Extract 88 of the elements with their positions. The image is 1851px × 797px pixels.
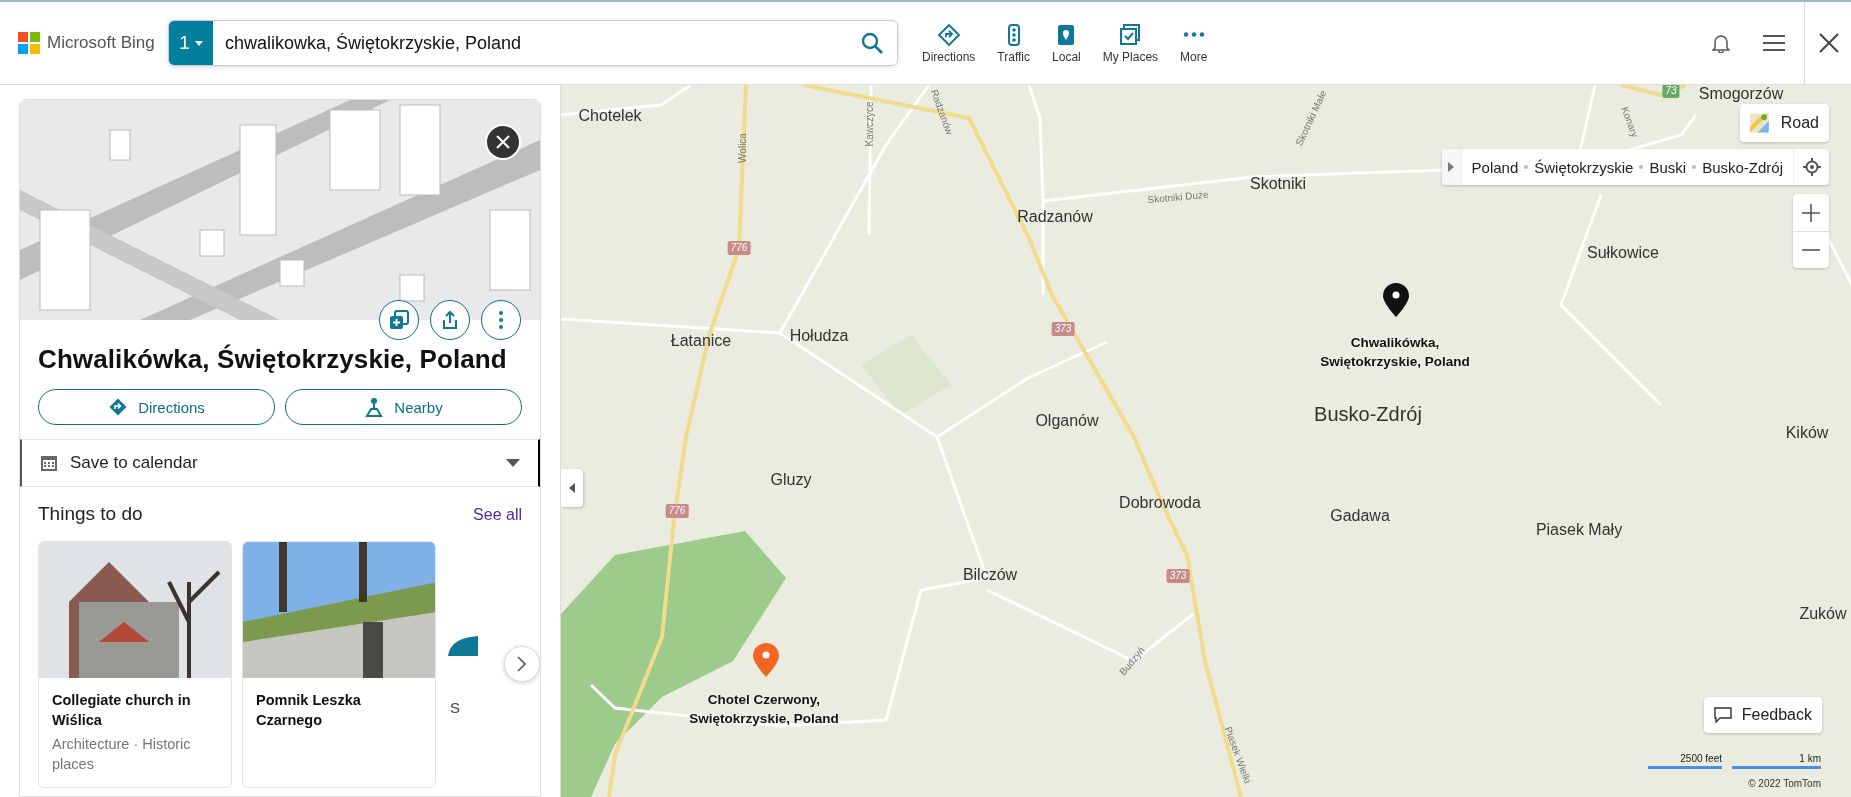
village-label: Bilczów — [962, 566, 1018, 584]
chevron-right-icon — [517, 656, 527, 672]
attraction-title: S — [450, 699, 460, 716]
share-button[interactable] — [430, 300, 470, 340]
attraction-card[interactable]: Collegiate church in Wiślica Architecture · Historic places — [38, 541, 232, 788]
village-label: Sułkowice — [1587, 244, 1659, 262]
scale-bar: 2500 feet — [1648, 753, 1722, 769]
street-label: Skotniki Duże — [1147, 188, 1209, 206]
save-to-calendar-row[interactable]: Save to calendar — [20, 439, 540, 487]
next-button[interactable] — [504, 646, 540, 682]
village-label: Chotelek — [578, 107, 642, 125]
village-label: Gluzy — [770, 471, 812, 489]
plus-icon — [1802, 203, 1820, 222]
road-number: 776 — [665, 504, 689, 518]
village-label: Zuków — [1799, 605, 1847, 623]
calendar-icon — [40, 454, 58, 472]
caret-right-icon — [1448, 162, 1455, 172]
directions-button[interactable]: Directions — [38, 389, 275, 425]
road-number: 373 — [1166, 569, 1190, 583]
village-label: Olganów — [1035, 412, 1099, 430]
copyright-text: © 2022 TomTom — [1748, 778, 1821, 789]
expand-button[interactable] — [1441, 149, 1462, 185]
close-icon — [1819, 33, 1839, 53]
search-field[interactable]: 1 chwalikowka, Świętokrzyskie, Poland — [168, 20, 898, 66]
result-count-dropdown[interactable]: 1 — [169, 21, 213, 65]
attraction-title: Collegiate church in Wiślica — [52, 691, 192, 730]
attraction-category: Architecture · Historic places — [52, 735, 192, 774]
minus-icon — [1802, 249, 1820, 251]
checked-box-icon — [1118, 22, 1143, 47]
village-label: Smogorzów — [1698, 85, 1784, 103]
add-collection-icon — [389, 310, 409, 330]
add-to-collection-button[interactable] — [379, 300, 419, 340]
feedback-button[interactable]: Feedback — [1703, 697, 1822, 733]
village-label: Dobrowoda — [1119, 494, 1201, 512]
pin-label: Chwalikówka, Swiętokrzyskie, Poland — [1320, 334, 1470, 371]
map-pin-icon — [1383, 283, 1409, 317]
pin-label: Chotel Czerwony, Swiętokrzyskie, Poland — [689, 691, 839, 728]
map-pin-icon — [753, 643, 779, 677]
more-options-button[interactable] — [481, 300, 521, 340]
nearby-button[interactable]: Nearby — [285, 389, 522, 425]
village-label: Kików — [1785, 424, 1829, 442]
street-label: Konary — [1619, 105, 1641, 139]
city-label: Busko-Zdrój — [1314, 402, 1422, 426]
village-label: Hołudza — [789, 327, 849, 345]
village-label: Gadawa — [1330, 507, 1390, 525]
caret-icon — [194, 40, 203, 46]
street-label: Piasek Wielki — [1222, 725, 1254, 785]
more-vertical-icon — [499, 311, 503, 329]
share-icon — [440, 310, 460, 330]
nav-button[interactable]: Local — [1042, 20, 1091, 66]
logo-text: Microsoft Bing — [47, 33, 155, 53]
breadcrumb-link[interactable]: Buski — [1649, 158, 1687, 176]
speech-bubble-icon — [1713, 707, 1732, 723]
map-icon — [1750, 113, 1769, 133]
person-pin-icon — [364, 397, 385, 417]
village-label: Skotniki — [1250, 175, 1306, 193]
scale-bar: 1 km — [1732, 753, 1821, 769]
logo-icon — [18, 32, 40, 54]
caret-left-icon — [569, 483, 575, 493]
nav-button[interactable]: Traffic — [987, 20, 1041, 66]
village-label: Radzanów — [1017, 208, 1093, 226]
breadcrumb-link[interactable]: Busko-Zdrój — [1702, 158, 1783, 176]
close-icon — [496, 135, 510, 149]
breadcrumb-link[interactable]: Poland — [1471, 158, 1519, 176]
road-number: 73 — [1662, 85, 1680, 98]
search-icon — [861, 32, 883, 54]
nav-button[interactable]: Directions — [912, 20, 986, 66]
locate-icon — [1802, 158, 1821, 176]
road-number: 373 — [1051, 322, 1075, 336]
bell-icon — [1712, 33, 1730, 53]
attraction-title: Pomnik Leszka Czarnego — [256, 691, 362, 730]
attraction-card[interactable]: Pomnik Leszka Czarnego — [242, 541, 436, 788]
menu-icon — [1762, 34, 1786, 52]
nav-button[interactable]: More — [1170, 20, 1218, 66]
street-label: Kawczyce — [863, 101, 875, 147]
more-icon — [1181, 31, 1206, 37]
map-style-button[interactable]: Road — [1740, 104, 1829, 142]
breadcrumb-link[interactable]: Świętokrzyskie — [1534, 158, 1634, 176]
place-title: Chwalikówka, Świętokrzyskie, Poland — [38, 344, 508, 375]
see-all-link[interactable]: See all — [473, 506, 522, 524]
road-number: 776 — [727, 241, 751, 255]
directions-icon — [936, 22, 961, 47]
street-label: Wolica — [736, 133, 748, 163]
section-heading: Things to do — [38, 503, 143, 525]
village-label: Piasek Mały — [1535, 521, 1623, 539]
village-label: Łatanice — [670, 332, 732, 350]
collapse-panel-button[interactable] — [561, 469, 583, 507]
nav-button[interactable]: My Places — [1092, 20, 1169, 66]
